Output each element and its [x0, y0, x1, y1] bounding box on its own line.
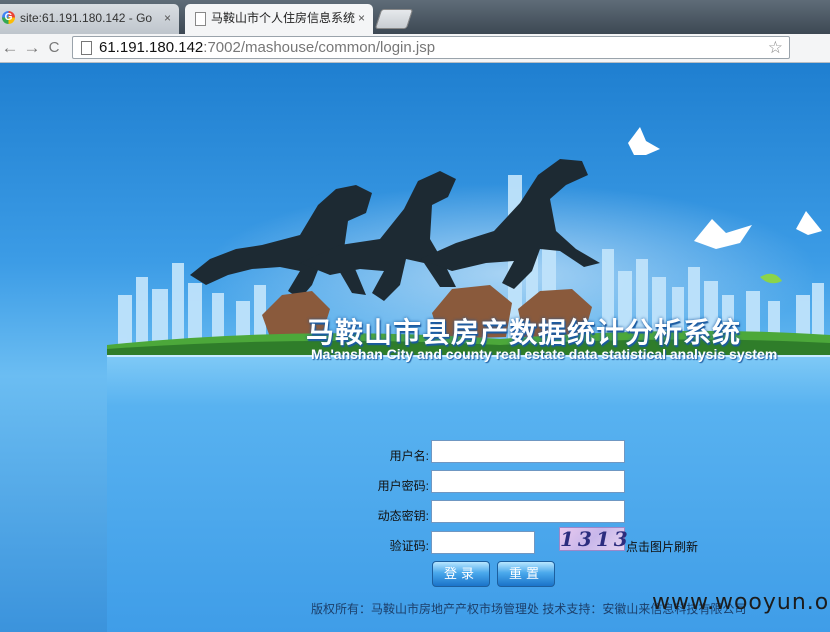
captcha-refresh-hint[interactable]: 点击图片刷新	[626, 538, 698, 555]
tab-title: site:61.191.180.142 - Go	[20, 11, 153, 25]
watermark: www.wooyun.org	[652, 590, 830, 615]
close-icon[interactable]: ×	[164, 4, 171, 32]
captcha-label: 验证码:	[389, 539, 429, 553]
reload-icon[interactable]: C	[44, 38, 64, 58]
close-icon[interactable]: ×	[358, 4, 365, 32]
new-tab-button[interactable]	[374, 9, 414, 29]
page-icon	[81, 41, 92, 55]
browser-toolbar: ← → C 61.191.180.142:7002/mashouse/commo…	[0, 34, 830, 90]
forward-icon[interactable]: →	[22, 38, 42, 58]
bookmark-star-icon[interactable]: ☆	[768, 37, 783, 58]
system-title: 马鞍山市县房产数据统计分析系统	[306, 317, 742, 348]
token-label: 动态密钥:	[377, 509, 429, 523]
back-icon[interactable]: ←	[0, 38, 20, 58]
url-host: 61.191.180.142	[99, 39, 204, 56]
url-path: :7002/mashouse/common/login.jsp	[203, 39, 436, 56]
tab-search[interactable]: G site:61.191.180.142 - Go ×	[0, 4, 179, 34]
dynamic-key-input[interactable]	[431, 500, 625, 523]
password-label: 用户密码:	[377, 479, 429, 493]
captcha-input[interactable]	[431, 531, 535, 554]
tab-title: 马鞍山市个人住房信息系统	[211, 11, 356, 25]
google-icon: G	[2, 11, 15, 24]
captcha-image[interactable]: 1313	[559, 527, 628, 551]
tab-strip: G site:61.191.180.142 - Go × 马鞍山市个人住房信息系…	[0, 0, 830, 34]
document-icon	[195, 12, 206, 26]
username-input[interactable]	[431, 440, 625, 463]
system-subtitle: Ma'anshan City and county real estate da…	[311, 346, 778, 362]
address-url[interactable]: 61.191.180.142:7002/mashouse/common/logi…	[99, 37, 435, 59]
address-bar[interactable]: 61.191.180.142:7002/mashouse/common/logi…	[72, 36, 790, 59]
tab-login[interactable]: 马鞍山市个人住房信息系统 ×	[185, 4, 373, 34]
reset-button[interactable]: 重置	[497, 561, 555, 587]
login-button[interactable]: 登录	[432, 561, 490, 587]
password-input[interactable]	[431, 470, 625, 493]
username-label: 用户名:	[389, 449, 429, 463]
